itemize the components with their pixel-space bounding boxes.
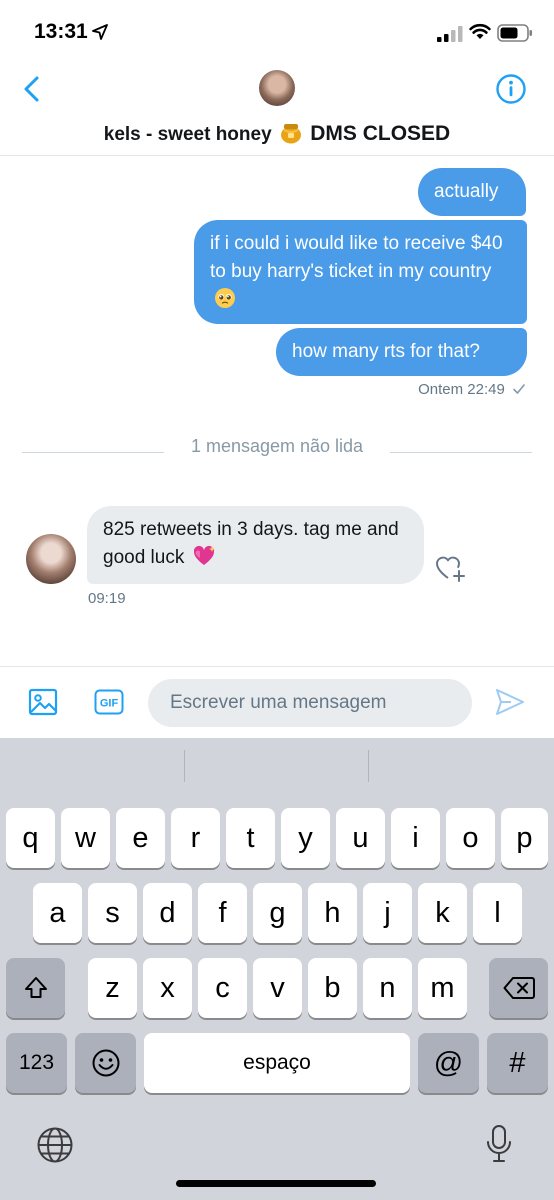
key-j[interactable]: j [363,883,412,943]
conversation-header: kels - sweet honey DMS CLOSED [0,64,554,156]
key-y[interactable]: y [281,808,330,868]
gif-icon[interactable]: GIF [94,689,124,715]
gif-label: GIF [100,698,119,710]
home-indicator[interactable] [176,1180,376,1187]
signal-icon [437,26,463,42]
honey-pot-emoji [280,124,301,144]
key-u[interactable]: u [336,808,385,868]
key-r[interactable]: r [171,808,220,868]
status-time: 13:31 [34,20,88,43]
space-key[interactable]: espaço [144,1033,410,1093]
emoji-key[interactable] [75,1033,136,1093]
divider-line [390,452,532,453]
key-o[interactable]: o [446,808,495,868]
hash-key[interactable]: # [487,1033,548,1093]
key-w[interactable]: w [61,808,110,868]
key-p[interactable]: p [501,808,548,868]
sparkling-hearts-emoji [193,545,215,565]
unread-divider-text: 1 mensagem não lida [190,436,364,456]
key-h[interactable]: h [308,883,357,943]
sent-check-icon [513,384,525,394]
key-b[interactable]: b [308,958,357,1018]
info-icon[interactable] [495,73,527,105]
contact-status: DMS CLOSED [310,122,451,145]
message-timestamp: 09:19 [88,590,126,607]
key-a[interactable]: a [33,883,82,943]
emoji-icon [92,1049,119,1077]
key-l[interactable]: l [473,883,522,943]
message-text: if i could i would like to receive $40 t… [210,233,503,282]
message-text: actually [434,181,499,202]
key-i[interactable]: i [391,808,440,868]
key-s[interactable]: s [88,883,137,943]
suggestion-separator [184,750,185,782]
heart-plus-icon[interactable] [434,552,468,584]
back-chevron-icon[interactable] [18,72,48,106]
outgoing-message[interactable]: actually [418,168,526,216]
pleading-face-emoji [215,288,235,308]
status-bar: 13:31 [0,0,554,64]
key-e[interactable]: e [116,808,165,868]
message-timestamp: Ontem 22:49 [380,381,526,398]
key-t[interactable]: t [226,808,275,868]
key-q[interactable]: q [6,808,55,868]
message-text: 825 retweets in 3 days. tag me and good … [103,519,399,568]
suggestion-separator [368,750,369,782]
message-composer: GIF [0,666,554,738]
key-z[interactable]: z [88,958,137,1018]
sender-avatar[interactable] [26,534,76,584]
key-d[interactable]: d [143,883,192,943]
globe-icon[interactable] [36,1126,74,1164]
timestamp-text: Ontem 22:49 [418,381,505,398]
battery-icon [497,24,532,42]
message-text: how many rts for that? [292,341,480,362]
conversation-title[interactable]: kels - sweet honey DMS CLOSED [0,120,554,146]
key-v[interactable]: v [253,958,302,1018]
key-k[interactable]: k [418,883,467,943]
key-f[interactable]: f [198,883,247,943]
microphone-icon[interactable] [486,1124,512,1164]
backspace-icon [503,977,535,999]
incoming-message[interactable]: 825 retweets in 3 days. tag me and good … [87,506,424,584]
shift-icon [24,977,47,998]
header-avatar[interactable] [259,70,295,106]
key-x[interactable]: x [143,958,192,1018]
backspace-key[interactable] [489,958,548,1018]
key-m[interactable]: m [418,958,467,1018]
unread-divider: 1 mensagem não lida [22,436,532,460]
location-arrow-icon [92,24,108,40]
outgoing-message[interactable]: how many rts for that? [276,328,527,376]
image-icon[interactable] [28,687,58,717]
shift-key[interactable] [6,958,65,1018]
send-icon[interactable] [494,687,526,717]
message-input[interactable] [148,679,472,727]
contact-name: kels - sweet honey [103,124,272,145]
key-c[interactable]: c [198,958,247,1018]
key-n[interactable]: n [363,958,412,1018]
wifi-icon [469,23,491,39]
at-key[interactable]: @ [418,1033,479,1093]
numbers-key[interactable]: 123 [6,1033,67,1093]
outgoing-message[interactable]: if i could i would like to receive $40 t… [194,220,527,324]
key-g[interactable]: g [253,883,302,943]
